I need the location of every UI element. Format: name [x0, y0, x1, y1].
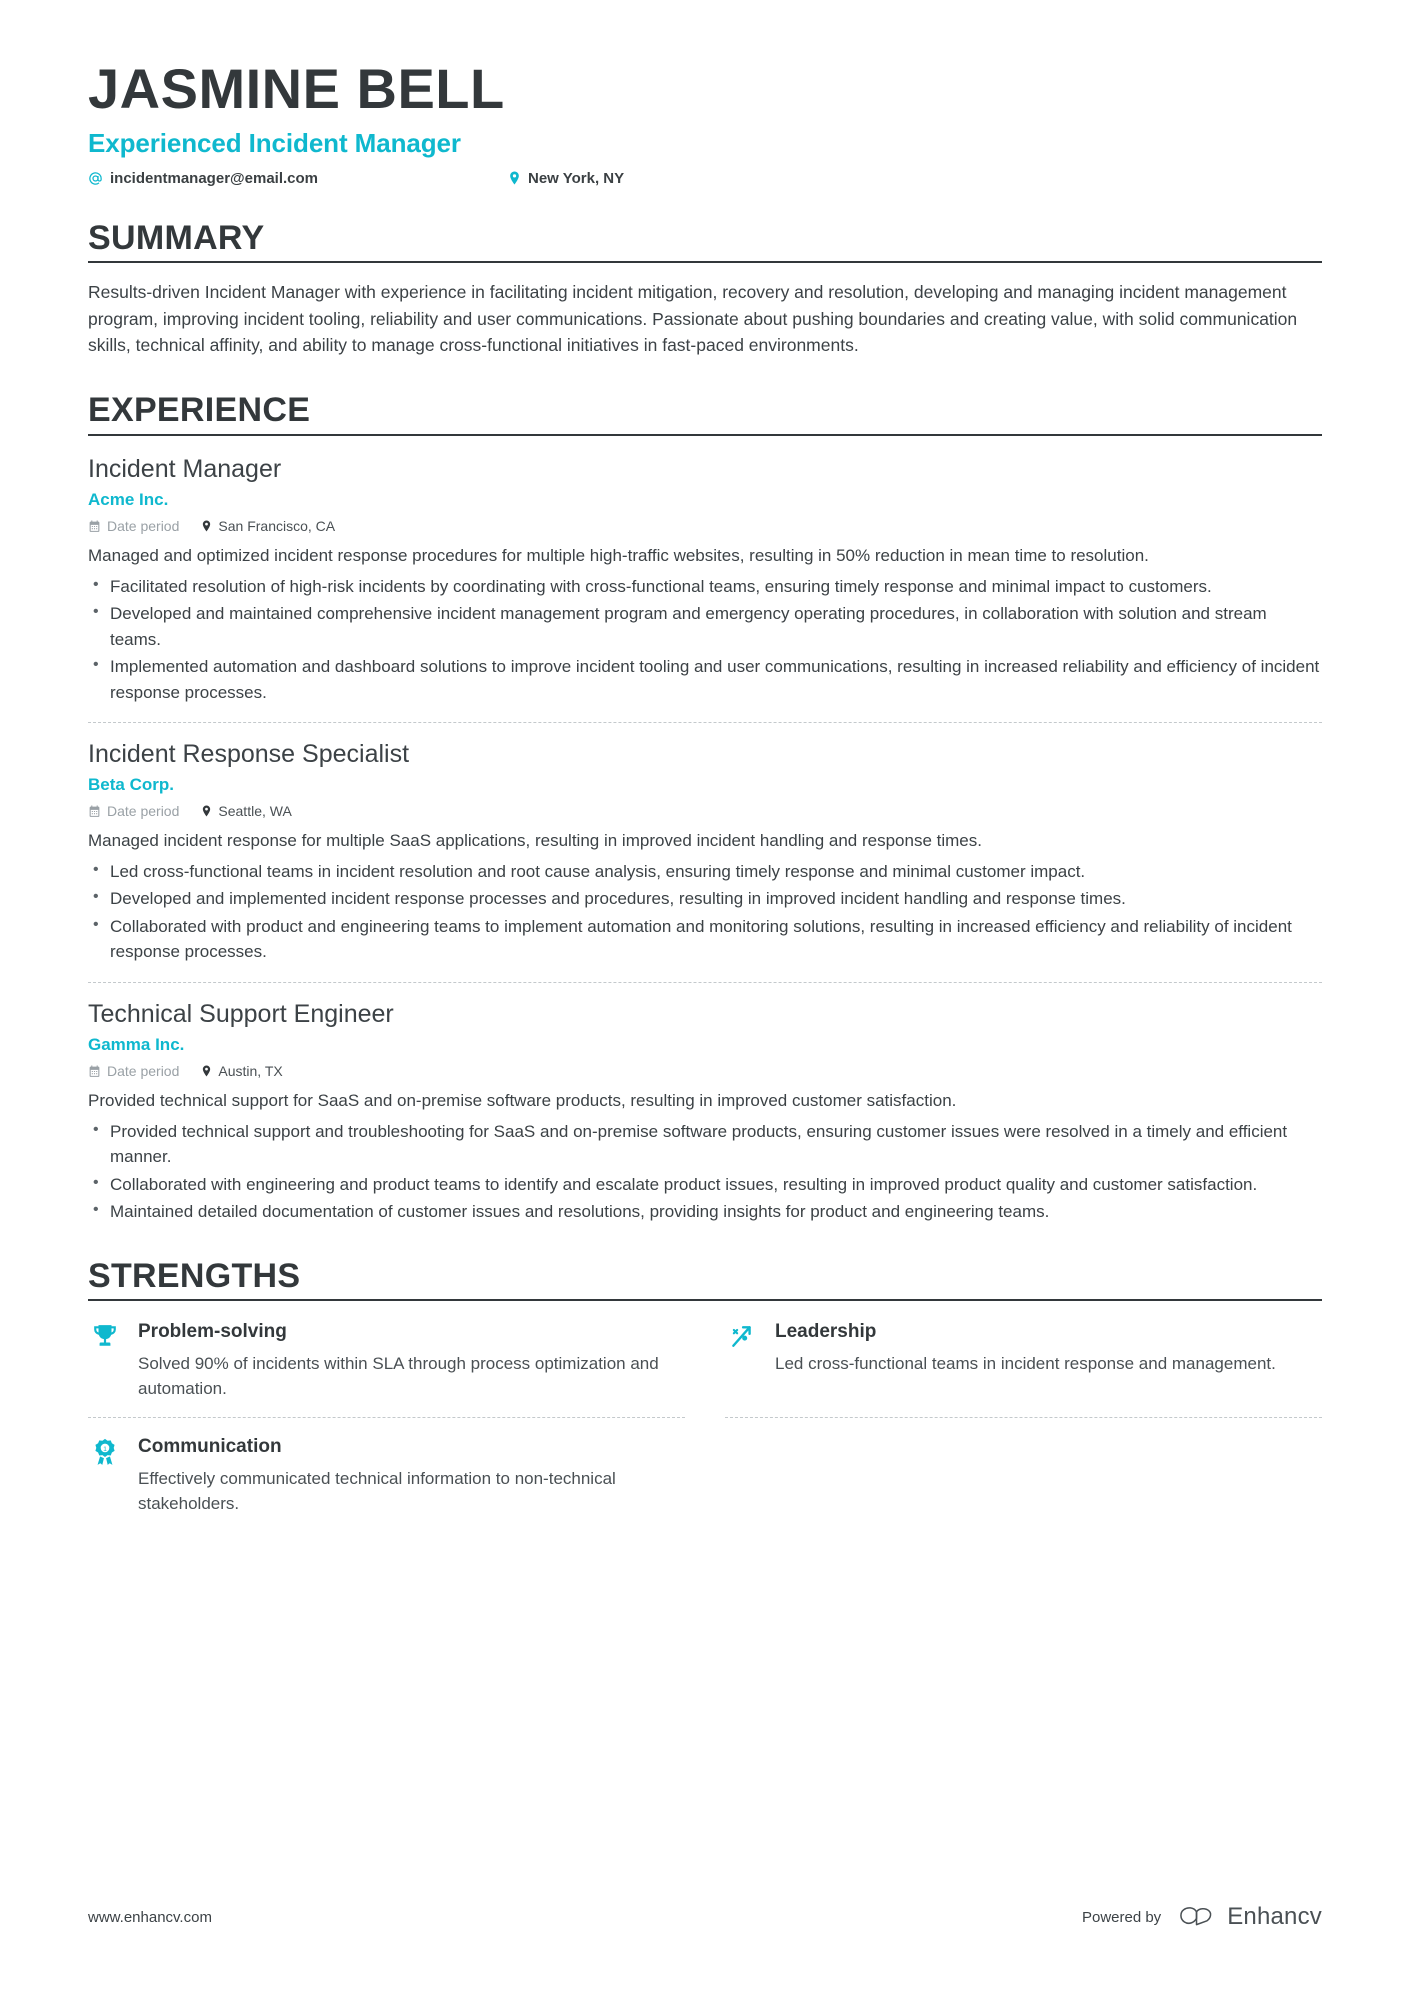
location-pin-icon: [201, 804, 212, 818]
job-location: Austin, TX: [201, 1063, 283, 1079]
job-bullet: Collaborated with engineering and produc…: [88, 1171, 1322, 1198]
experience-item: Incident Manager Acme Inc. Date period S…: [88, 452, 1322, 705]
trophy-icon: [88, 1321, 122, 1401]
job-meta: Date period Seattle, WA: [88, 803, 1322, 819]
svg-text:1: 1: [103, 1446, 107, 1453]
strength-title: Problem-solving: [138, 1321, 287, 1343]
experience-item: Technical Support Engineer Gamma Inc. Da…: [88, 997, 1322, 1225]
strength-description: Led cross-functional teams in incident r…: [775, 1353, 1276, 1373]
job-separator: [88, 981, 1322, 983]
strength-placeholder: [725, 1432, 1322, 1532]
job-separator: [88, 722, 1322, 723]
contact-location-text: New York, NY: [528, 169, 625, 187]
job-company[interactable]: Beta Corp.: [88, 775, 1322, 795]
strength-body: Communication Effectively communicated t…: [138, 1436, 685, 1516]
footer-url[interactable]: www.enhancv.com: [88, 1909, 212, 1926]
strength-item: 1 Communication Effectively communicated…: [88, 1432, 685, 1532]
job-company[interactable]: Acme Inc.: [88, 490, 1322, 510]
calendar-icon: [88, 805, 101, 818]
powered-by-label: Powered by: [1081, 1908, 1162, 1926]
job-description: Provided technical support for SaaS and …: [88, 1091, 957, 1110]
brand-name: Enhancv: [1227, 1903, 1322, 1930]
candidate-name: JASMINE BELL: [88, 57, 505, 120]
section-divider: [88, 1299, 1322, 1302]
experience-section: EXPERIENCE Incident Manager Acme Inc. Da…: [88, 391, 1322, 1225]
at-icon: [88, 171, 103, 186]
job-meta: Date period San Francisco, CA: [88, 518, 1322, 534]
job-company[interactable]: Gamma Inc.: [88, 1035, 1322, 1055]
strength-body: Leadership Led cross-functional teams in…: [775, 1321, 1322, 1401]
job-role: Incident Response Specialist: [88, 740, 410, 768]
job-date: Date period: [88, 803, 179, 819]
job-bullet: Developed and maintained comprehensive i…: [88, 600, 1322, 652]
location-pin-icon: [201, 1064, 212, 1078]
growth-arrow-icon: [725, 1321, 759, 1401]
job-location-text: Austin, TX: [218, 1063, 283, 1079]
strength-description: Solved 90% of incidents within SLA throu…: [138, 1353, 659, 1398]
candidate-job-title: Experienced Incident Manager: [88, 127, 461, 158]
job-date-text: Date period: [107, 803, 180, 820]
strength-body: Problem-solving Solved 90% of incidents …: [138, 1321, 685, 1401]
job-bullet: Maintained detailed documentation of cus…: [88, 1198, 1322, 1225]
strength-item: Problem-solving Solved 90% of incidents …: [88, 1317, 685, 1419]
job-location: San Francisco, CA: [201, 518, 335, 534]
calendar-icon: [88, 520, 101, 533]
job-bullets: Facilitated resolution of high-risk inci…: [88, 573, 1322, 706]
strength-title: Communication: [138, 1436, 282, 1458]
brand-lockup: Enhancv: [1177, 1903, 1322, 1931]
job-bullets: Provided technical support and troublesh…: [88, 1118, 1322, 1225]
job-bullet: Provided technical support and troublesh…: [88, 1118, 1322, 1170]
job-date: Date period: [88, 518, 179, 534]
job-date-text: Date period: [107, 518, 180, 534]
job-bullet: Collaborated with product and engineerin…: [88, 913, 1322, 965]
job-role: Technical Support Engineer: [88, 999, 394, 1028]
footer-brand-group: Powered by Enhancv: [1082, 1903, 1322, 1931]
job-location: Seattle, WA: [201, 803, 292, 820]
section-divider: [88, 433, 1322, 436]
job-role: Incident Manager: [88, 454, 282, 483]
contact-location: New York, NY: [508, 170, 624, 187]
job-description: Managed and optimized incident response …: [88, 546, 1149, 565]
strength-title: Leadership: [775, 1321, 877, 1343]
job-location-text: San Francisco, CA: [218, 518, 336, 534]
experience-item: Incident Response Specialist Beta Corp. …: [88, 737, 1322, 965]
strengths-heading: STRENGTHS: [88, 1256, 301, 1295]
enhancv-logo-icon: [1177, 1905, 1217, 1929]
award-ribbon-icon: 1: [88, 1436, 122, 1516]
location-pin-icon: [508, 170, 521, 186]
summary-text: Results-driven Incident Manager with exp…: [88, 282, 1298, 356]
contact-row: incidentmanager@email.com New York, NY: [88, 170, 1322, 187]
job-bullet: Led cross-functional teams in incident r…: [88, 858, 1322, 885]
contact-email-text: incidentmanager@email.com: [110, 169, 319, 187]
calendar-icon: [88, 1065, 101, 1078]
strength-description: Effectively communicated technical infor…: [138, 1469, 616, 1513]
strengths-section: STRENGTHS Problem-solving Solved 90% of …: [88, 1256, 1322, 1547]
strength-item: Leadership Led cross-functional teams in…: [725, 1317, 1322, 1419]
summary-heading: SUMMARY: [88, 218, 265, 257]
job-bullet: Facilitated resolution of high-risk inci…: [88, 573, 1322, 600]
strengths-grid: Problem-solving Solved 90% of incidents …: [88, 1317, 1322, 1546]
experience-heading: EXPERIENCE: [88, 391, 311, 430]
section-divider: [88, 261, 1322, 264]
job-description: Managed incident response for multiple S…: [88, 831, 982, 851]
job-date-text: Date period: [107, 1063, 180, 1079]
job-meta: Date period Austin, TX: [88, 1063, 1322, 1079]
job-location-text: Seattle, WA: [218, 803, 292, 820]
job-date: Date period: [88, 1063, 179, 1079]
resume-header: JASMINE BELL Experienced Incident Manage…: [88, 58, 1322, 187]
job-bullet: Developed and implemented incident respo…: [88, 885, 1322, 912]
resume-footer: www.enhancv.com Powered by Enhancv: [88, 1903, 1322, 1931]
location-pin-icon: [201, 519, 212, 533]
contact-email[interactable]: incidentmanager@email.com: [88, 170, 508, 187]
resume-page: JASMINE BELL Experienced Incident Manage…: [0, 0, 1410, 1995]
job-bullets: Led cross-functional teams in incident r…: [88, 858, 1322, 965]
job-bullet: Implemented automation and dashboard sol…: [88, 653, 1322, 705]
summary-section: SUMMARY Results-driven Incident Manager …: [88, 218, 1322, 359]
